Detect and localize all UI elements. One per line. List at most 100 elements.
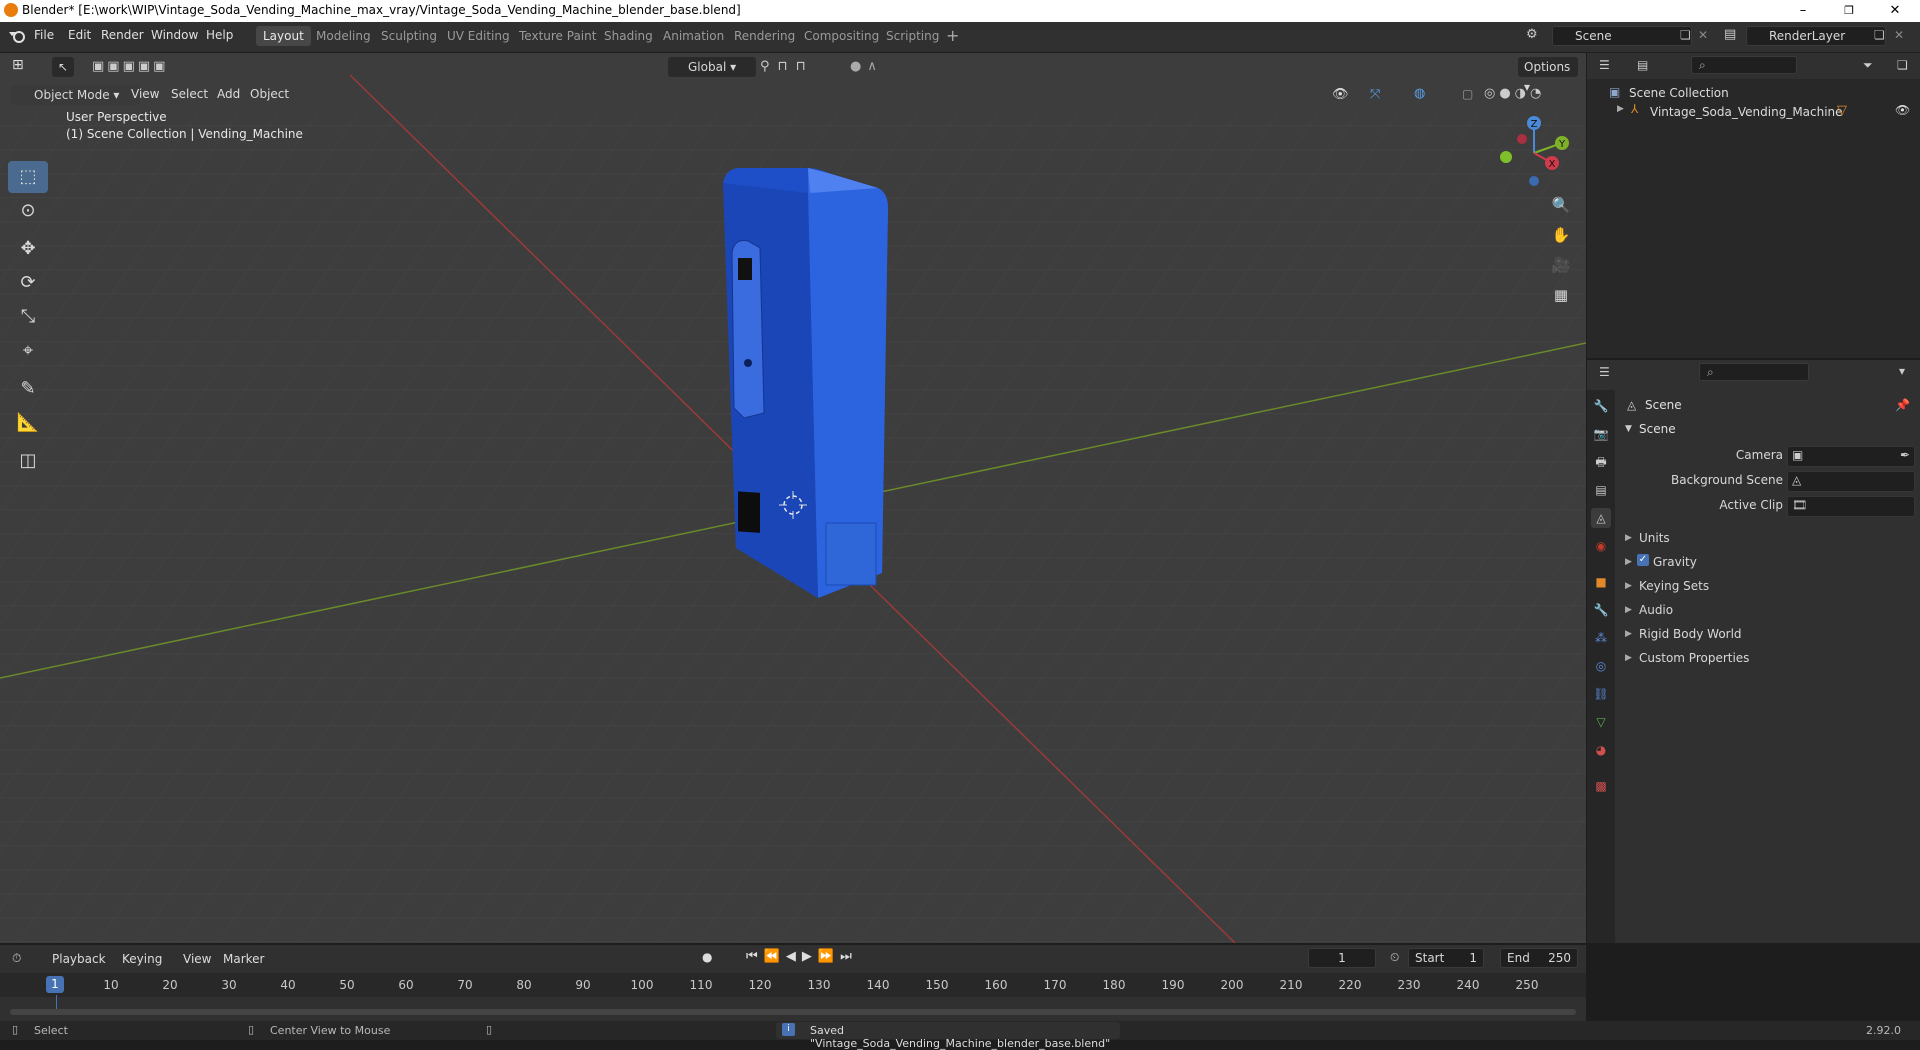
saved-report[interactable]: i Saved "Vintage_Soda_Vending_Machine_bl…: [776, 1022, 1120, 1050]
pan-hand-icon[interactable]: ✋: [1547, 221, 1575, 249]
properties-search-input[interactable]: [1699, 363, 1809, 381]
custom-properties-section[interactable]: Custom Properties: [1639, 651, 1749, 665]
zoom-icon[interactable]: 🔍: [1547, 191, 1575, 219]
properties-editor-icon[interactable]: ☰: [1599, 365, 1610, 379]
gravity-expand-icon[interactable]: ▶: [1625, 557, 1632, 567]
outliner-editor-icon[interactable]: ☰: [1599, 58, 1610, 72]
select-tool-icon[interactable]: ↖: [52, 57, 74, 77]
world-tab-icon[interactable]: ◉: [1591, 536, 1611, 556]
tab-animation[interactable]: Animation: [656, 26, 731, 46]
playback-controls-icons[interactable]: ⏮⏪◀▶⏩⏭: [746, 949, 858, 964]
timeline-scrollbar[interactable]: [10, 1009, 1576, 1015]
snapping-icons[interactable]: ⚲⊓⊓: [760, 59, 814, 74]
panel-collapse-icon[interactable]: ▼: [1625, 424, 1632, 434]
start-frame-field[interactable]: Start 1: [1408, 948, 1484, 968]
visibility-eye-icon[interactable]: 👁: [1895, 103, 1910, 117]
particles-tab-icon[interactable]: ⁂: [1591, 628, 1611, 648]
select-box-tool-icon[interactable]: ⬚: [8, 161, 48, 193]
preview-range-icon[interactable]: ⏲: [1390, 950, 1399, 965]
annotate-tool-icon[interactable]: ✎: [8, 373, 48, 405]
add-workspace-icon[interactable]: +: [946, 26, 959, 45]
options-dropdown[interactable]: Options ▾: [1518, 57, 1578, 94]
rigid-body-expand-icon[interactable]: ▶: [1625, 629, 1632, 639]
render-layer-field[interactable]: RenderLayer: [1746, 26, 1886, 46]
constraints-tab-icon[interactable]: ⛓: [1591, 684, 1611, 704]
pin-icon[interactable]: 📌: [1895, 398, 1910, 412]
tab-compositing[interactable]: Compositing: [797, 26, 886, 46]
viewport-menu-object[interactable]: Object: [250, 87, 289, 101]
shading-mode-icons[interactable]: ◎●◑◔: [1484, 86, 1545, 101]
units-expand-icon[interactable]: ▶: [1625, 533, 1632, 543]
units-section[interactable]: Units: [1639, 531, 1670, 545]
selection-mode-icons[interactable]: ▣▣▣▣▣: [92, 59, 168, 74]
menu-help[interactable]: Help: [206, 28, 233, 42]
frame-ruler[interactable]: 10 20 30 40 50 60 70 80 90 100 110 120 130 140 150 160 1…: [0, 973, 1586, 997]
viewport-menu-select[interactable]: Select: [171, 87, 208, 101]
playhead[interactable]: 1: [46, 976, 64, 993]
menu-edit[interactable]: Edit: [68, 28, 91, 42]
end-frame-field[interactable]: End 250: [1500, 948, 1578, 968]
scene-selector-icon[interactable]: ⚙: [1526, 27, 1538, 42]
delete-view-layer-icon[interactable]: ✕: [1894, 28, 1904, 42]
visibility-icon[interactable]: 👁: [1332, 87, 1349, 102]
timeline-menu-view[interactable]: View: [183, 952, 211, 966]
menu-file[interactable]: File: [34, 28, 54, 42]
scale-tool-icon[interactable]: ⤡: [8, 301, 48, 333]
active-clip-field[interactable]: 🎞: [1787, 496, 1915, 517]
ortho-grid-icon[interactable]: ▦: [1547, 281, 1575, 309]
new-scene-icon[interactable]: ❏: [1680, 28, 1691, 42]
background-scene-field[interactable]: ◬: [1787, 471, 1915, 492]
new-collection-icon[interactable]: ❏: [1897, 58, 1908, 72]
transform-orientation-dropdown[interactable]: Global ▾: [668, 57, 756, 77]
keying-sets-section[interactable]: Keying Sets: [1639, 579, 1709, 593]
rotate-tool-icon[interactable]: ⟳: [8, 267, 48, 299]
tool-tab-icon[interactable]: 🔧: [1591, 396, 1611, 416]
viewport-menu-add[interactable]: Add: [217, 87, 240, 101]
object-mode-dropdown[interactable]: Object Mode ▾: [10, 85, 140, 105]
tab-uv-editing[interactable]: UV Editing: [440, 26, 517, 46]
camera-view-icon[interactable]: 🎥: [1547, 251, 1575, 279]
menu-render[interactable]: Render: [101, 28, 144, 42]
material-tab-icon[interactable]: ◕: [1591, 740, 1611, 760]
eyedropper-icon[interactable]: ✒: [1900, 448, 1910, 462]
timeline-menu-keying[interactable]: Keying: [122, 952, 162, 966]
overlays-toggle-icon[interactable]: ◍: [1414, 86, 1425, 101]
audio-section[interactable]: Audio: [1639, 603, 1673, 617]
data-tab-icon[interactable]: ▽: [1591, 712, 1611, 732]
render-tab-icon[interactable]: 📷: [1591, 424, 1611, 444]
camera-field[interactable]: ▣ ✒: [1787, 446, 1915, 467]
menu-window[interactable]: Window: [151, 28, 198, 42]
tab-texture-paint[interactable]: Texture Paint: [512, 26, 603, 46]
delete-scene-icon[interactable]: ✕: [1698, 28, 1708, 42]
tab-rendering[interactable]: Rendering: [727, 26, 802, 46]
texture-tab-icon[interactable]: ▩: [1591, 776, 1611, 796]
scene-field[interactable]: Scene: [1552, 26, 1692, 46]
timeline-editor-icon[interactable]: ⏱: [12, 951, 21, 966]
audio-expand-icon[interactable]: ▶: [1625, 605, 1632, 615]
outliner-item-vending-machine[interactable]: Vintage_Soda_Vending_Machine: [1650, 105, 1843, 119]
timeline-menu-playback[interactable]: Playback: [52, 952, 106, 966]
tab-layout[interactable]: Layout: [256, 26, 311, 46]
xray-toggle-icon[interactable]: ▢: [1462, 87, 1473, 101]
minimize-button[interactable]: –: [1780, 0, 1826, 22]
scene-collection-label[interactable]: Scene Collection: [1629, 86, 1729, 100]
tab-modeling[interactable]: Modeling: [309, 26, 378, 46]
add-cube-tool-icon[interactable]: ◫: [8, 445, 48, 477]
view-layer-tab-icon[interactable]: ▤: [1591, 480, 1611, 500]
measure-tool-icon[interactable]: 📐: [8, 407, 48, 439]
custom-props-expand-icon[interactable]: ▶: [1625, 653, 1632, 663]
proportional-edit-icons[interactable]: ●∧: [850, 59, 883, 74]
close-button[interactable]: ✕: [1872, 0, 1918, 22]
vending-machine-object[interactable]: [718, 163, 898, 603]
blender-menu-icon[interactable]: [8, 28, 26, 44]
filter-icon[interactable]: ⏷: [1863, 58, 1873, 73]
3d-viewport[interactable]: ⊞ ↖ ▣▣▣▣▣ Object Mode ▾ View Select Add …: [0, 53, 1586, 943]
keying-sets-expand-icon[interactable]: ▶: [1625, 581, 1632, 591]
display-mode-icon[interactable]: ▤: [1637, 58, 1648, 72]
transform-tool-icon[interactable]: ⌖: [8, 335, 48, 367]
modifier-tab-icon[interactable]: 🔧: [1591, 600, 1611, 620]
maximize-button[interactable]: ❐: [1826, 0, 1872, 22]
expand-arrow-icon[interactable]: ▶: [1617, 104, 1624, 114]
gravity-section[interactable]: Gravity: [1653, 555, 1697, 569]
cursor-tool-icon[interactable]: ⊙: [8, 195, 48, 227]
